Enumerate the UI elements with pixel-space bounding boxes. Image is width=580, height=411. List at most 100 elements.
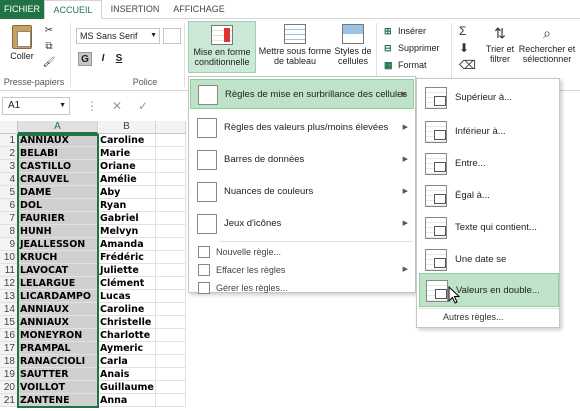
menu-item-highlight-rules[interactable]: Règles de mise en surbrillance des cellu…	[190, 79, 414, 109]
menu-item-new-rule[interactable]: Nouvelle règle...	[190, 243, 414, 261]
cell-last-name[interactable]: FAURIER	[18, 212, 98, 225]
cell-empty[interactable]	[156, 186, 186, 199]
row-header[interactable]: 2	[0, 147, 18, 160]
cell-last-name[interactable]: LICARDAMPO	[18, 290, 98, 303]
menu-item-equal-to[interactable]: Égal à...	[419, 179, 559, 213]
row-header[interactable]: 5	[0, 186, 18, 199]
font-name-select[interactable]: MS Sans Serif ▼	[76, 28, 160, 44]
cell-styles-button[interactable]: Styles de cellules	[333, 21, 373, 73]
cell-last-name[interactable]: LAVOCAT	[18, 264, 98, 277]
sort-filter-button[interactable]: ⇅ Trier et filtrer	[483, 21, 517, 73]
cell-empty[interactable]	[156, 342, 186, 355]
cancel-icon[interactable]: ✕	[112, 98, 122, 114]
menu-item-manage-rules[interactable]: Gérer les règles...	[190, 279, 414, 297]
cell-first-name[interactable]: Marie	[98, 147, 156, 160]
row-header[interactable]: 20	[0, 381, 18, 394]
tab-insertion[interactable]: INSERTION	[104, 0, 166, 19]
cell-empty[interactable]	[156, 368, 186, 381]
copy-icon[interactable]: ⧉	[42, 41, 56, 53]
cell-first-name[interactable]: Melvyn	[98, 225, 156, 238]
cell-empty[interactable]	[156, 199, 186, 212]
cell-first-name[interactable]: Carla	[98, 355, 156, 368]
format-cells-button[interactable]: ▦ Format	[384, 59, 427, 71]
cell-empty[interactable]	[156, 277, 186, 290]
delete-cells-button[interactable]: ⊟ Supprimer	[384, 42, 440, 54]
cell-first-name[interactable]: Guillaume	[98, 381, 156, 394]
cut-icon[interactable]: ✂	[42, 25, 56, 37]
row-header[interactable]: 21	[0, 394, 18, 407]
cell-last-name[interactable]: ANNIAUX	[18, 303, 98, 316]
row-header[interactable]: 14	[0, 303, 18, 316]
clear-icon[interactable]: ⌫	[459, 58, 476, 72]
row-header[interactable]: 13	[0, 290, 18, 303]
menu-item-data-bars[interactable]: Barres de données ▶	[190, 145, 414, 175]
column-header-a[interactable]: A	[18, 121, 98, 134]
cell-last-name[interactable]: ANNIAUX	[18, 134, 98, 147]
cell-first-name[interactable]: Caroline	[98, 303, 156, 316]
cell-last-name[interactable]: ZANTENE	[18, 394, 98, 407]
cell-last-name[interactable]: VOILLOT	[18, 381, 98, 394]
row-header[interactable]: 17	[0, 342, 18, 355]
row-header[interactable]: 3	[0, 160, 18, 173]
row-header[interactable]: 12	[0, 277, 18, 290]
cell-first-name[interactable]: Aymeric	[98, 342, 156, 355]
cell-first-name[interactable]: Aby	[98, 186, 156, 199]
menu-item-more-rules[interactable]: Autres règles...	[419, 309, 559, 325]
cell-last-name[interactable]: CRAUVEL	[18, 173, 98, 186]
cell-empty[interactable]	[156, 134, 186, 147]
menu-item-duplicate-values[interactable]: Valeurs en double...	[419, 273, 559, 307]
cell-last-name[interactable]: CASTILLO	[18, 160, 98, 173]
cell-empty[interactable]	[156, 147, 186, 160]
font-size-select[interactable]	[163, 28, 181, 44]
tab-fichier[interactable]: FICHIER	[0, 0, 44, 19]
cell-empty[interactable]	[156, 303, 186, 316]
fill-icon[interactable]: ⬇	[459, 41, 469, 55]
cell-last-name[interactable]: JEALLESSON	[18, 238, 98, 251]
cell-last-name[interactable]: ANNIAUX	[18, 316, 98, 329]
menu-item-clear-rules[interactable]: Effacer les règles ▶	[190, 261, 414, 279]
cell-empty[interactable]	[156, 238, 186, 251]
row-header[interactable]: 6	[0, 199, 18, 212]
insert-cells-button[interactable]: ⊞ Insérer	[384, 25, 426, 37]
row-header[interactable]: 10	[0, 251, 18, 264]
cell-empty[interactable]	[156, 173, 186, 186]
tab-affichage[interactable]: AFFICHAGE	[168, 0, 230, 19]
cell-last-name[interactable]: PRAMPAL	[18, 342, 98, 355]
cell-last-name[interactable]: KRUCH	[18, 251, 98, 264]
autosum-icon[interactable]: Σ	[459, 24, 466, 38]
tab-accueil[interactable]: ACCUEIL	[44, 0, 102, 20]
cell-first-name[interactable]: Amanda	[98, 238, 156, 251]
underline-button[interactable]: S	[112, 52, 126, 66]
cell-empty[interactable]	[156, 394, 186, 407]
cell-empty[interactable]	[156, 381, 186, 394]
format-as-table-button[interactable]: Mettre sous forme de tableau	[258, 21, 332, 73]
column-header-e[interactable]	[156, 121, 186, 134]
menu-item-greater-than[interactable]: Supérieur à...	[419, 81, 559, 115]
cell-first-name[interactable]: Oriane	[98, 160, 156, 173]
cell-empty[interactable]	[156, 225, 186, 238]
format-painter-icon[interactable]: 🖌	[42, 57, 56, 69]
cell-first-name[interactable]: Gabriel	[98, 212, 156, 225]
cell-empty[interactable]	[156, 355, 186, 368]
cell-empty[interactable]	[156, 316, 186, 329]
cell-empty[interactable]	[156, 290, 186, 303]
cell-last-name[interactable]: BELABI	[18, 147, 98, 160]
cell-last-name[interactable]: DAME	[18, 186, 98, 199]
column-header-b[interactable]: B	[98, 121, 156, 134]
cell-empty[interactable]	[156, 160, 186, 173]
find-select-button[interactable]: ⌕ Rechercher et sélectionner	[517, 21, 577, 73]
menu-item-between[interactable]: Entre...	[419, 147, 559, 181]
row-header[interactable]: 15	[0, 316, 18, 329]
cell-first-name[interactable]: Clément	[98, 277, 156, 290]
row-header[interactable]: 19	[0, 368, 18, 381]
cell-first-name[interactable]: Ryan	[98, 199, 156, 212]
cell-last-name[interactable]: LELARGUE	[18, 277, 98, 290]
cell-empty[interactable]	[156, 251, 186, 264]
row-header[interactable]: 1	[0, 134, 18, 147]
paste-button[interactable]: Coller	[6, 23, 38, 71]
italic-button[interactable]: I	[96, 52, 110, 66]
select-all-corner[interactable]	[0, 121, 18, 134]
cell-first-name[interactable]: Lucas	[98, 290, 156, 303]
menu-item-top-bottom-rules[interactable]: Règles des valeurs plus/moins élevées ▶	[190, 113, 414, 143]
cell-first-name[interactable]: Anna	[98, 394, 156, 407]
